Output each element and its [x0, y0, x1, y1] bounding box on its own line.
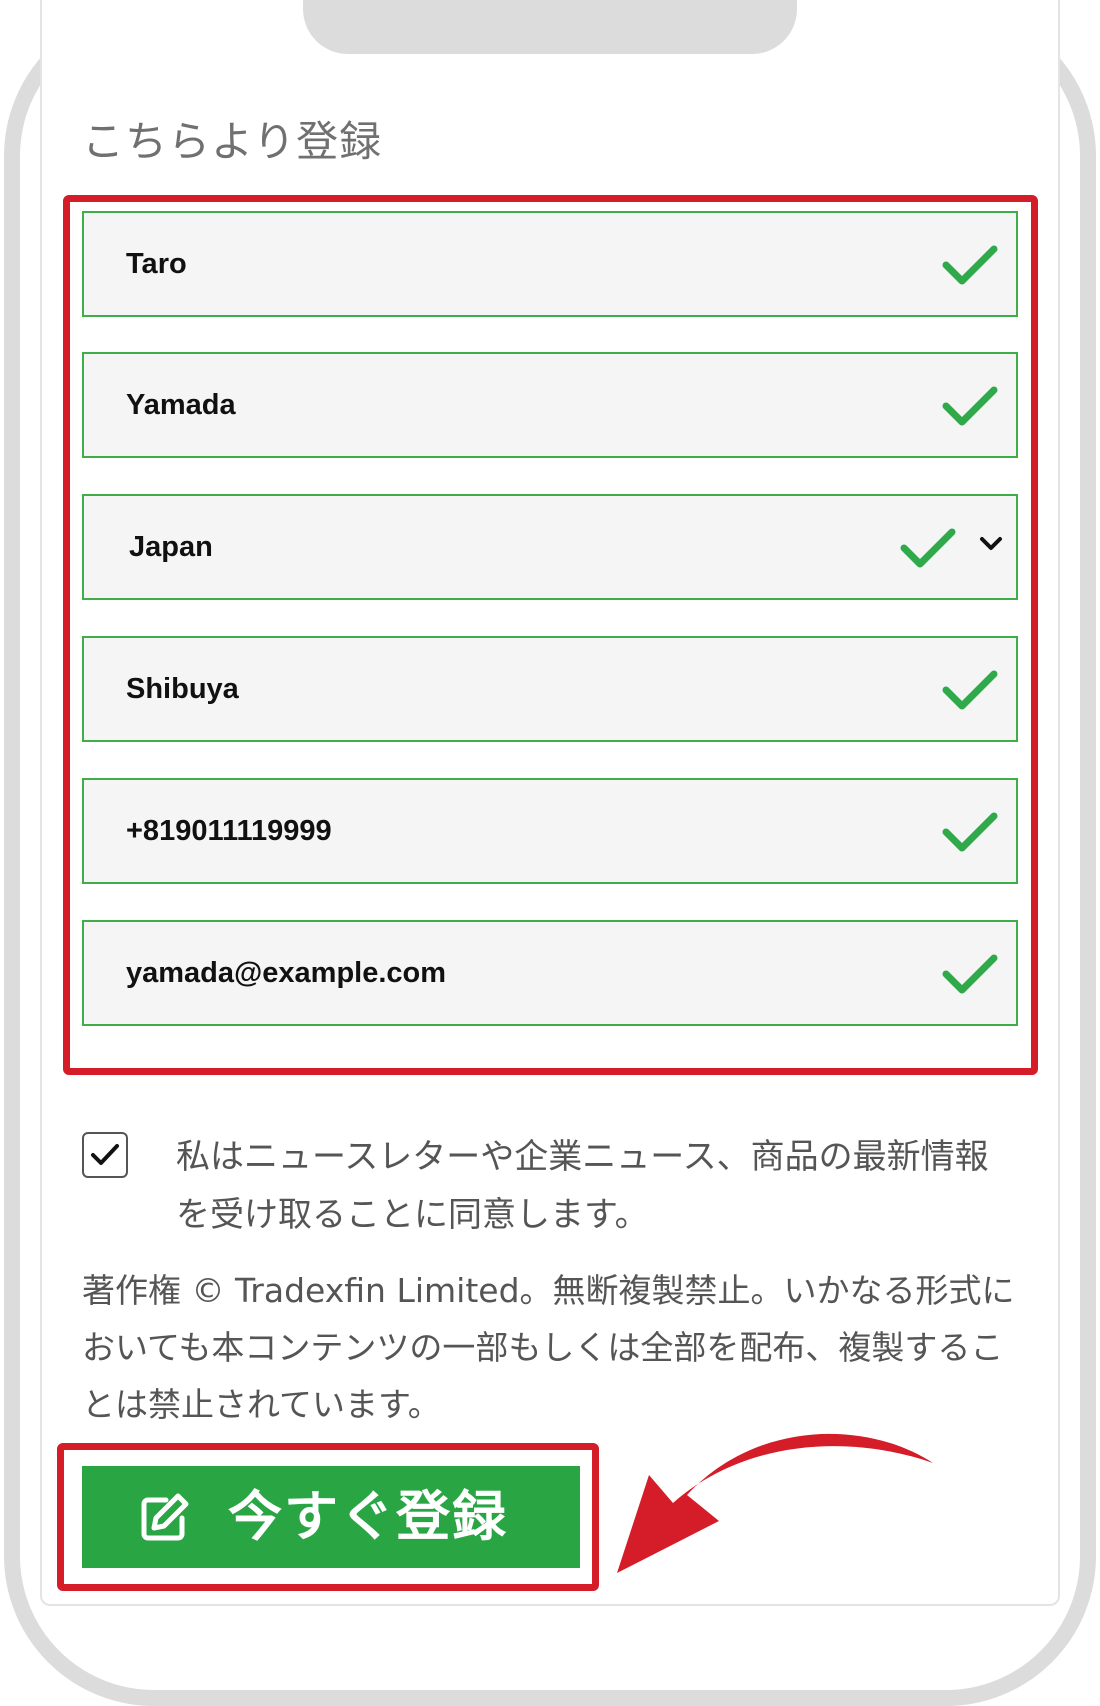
email-field[interactable]: yamada@example.com — [82, 920, 1018, 1026]
register-now-button[interactable]: 今すぐ登録 — [82, 1466, 580, 1568]
last-name-field[interactable]: Yamada — [82, 352, 1018, 458]
form-heading: こちらより登録 — [82, 117, 383, 166]
valid-check-icon — [942, 386, 998, 426]
valid-check-icon — [942, 670, 998, 710]
valid-check-icon — [900, 528, 956, 568]
email-value: yamada@example.com — [126, 957, 447, 989]
first-name-field[interactable]: Taro — [82, 211, 1018, 317]
phone-value: +819011119999 — [126, 815, 332, 847]
checkmark-icon — [91, 1144, 119, 1165]
valid-check-icon — [942, 812, 998, 852]
chevron-down-icon[interactable] — [978, 534, 1004, 554]
last-name-value: Yamada — [126, 389, 236, 421]
phone-field[interactable]: +819011119999 — [82, 778, 1018, 884]
first-name-value: Taro — [126, 248, 187, 280]
country-value: Japan — [129, 531, 213, 563]
pointer-arrow-icon — [617, 1433, 933, 1573]
valid-check-icon — [942, 245, 998, 285]
city-value: Shibuya — [126, 673, 239, 705]
newsletter-checkbox[interactable] — [82, 1132, 128, 1178]
consent-label[interactable]: 私はニュースレターや企業ニュース、商品の最新情報を受け取ることに同意します。 — [176, 1128, 1006, 1244]
country-select[interactable]: Japan — [82, 494, 1018, 600]
city-field[interactable]: Shibuya — [82, 636, 1018, 742]
copyright-notice: 著作権 © Tradexfin Limited。無断複製禁止。いかなる形式におい… — [82, 1271, 1015, 1424]
register-now-label: 今すぐ登録 — [228, 1487, 508, 1547]
valid-check-icon — [942, 954, 998, 994]
phone-notch — [303, 0, 797, 54]
edit-icon — [141, 1493, 189, 1541]
